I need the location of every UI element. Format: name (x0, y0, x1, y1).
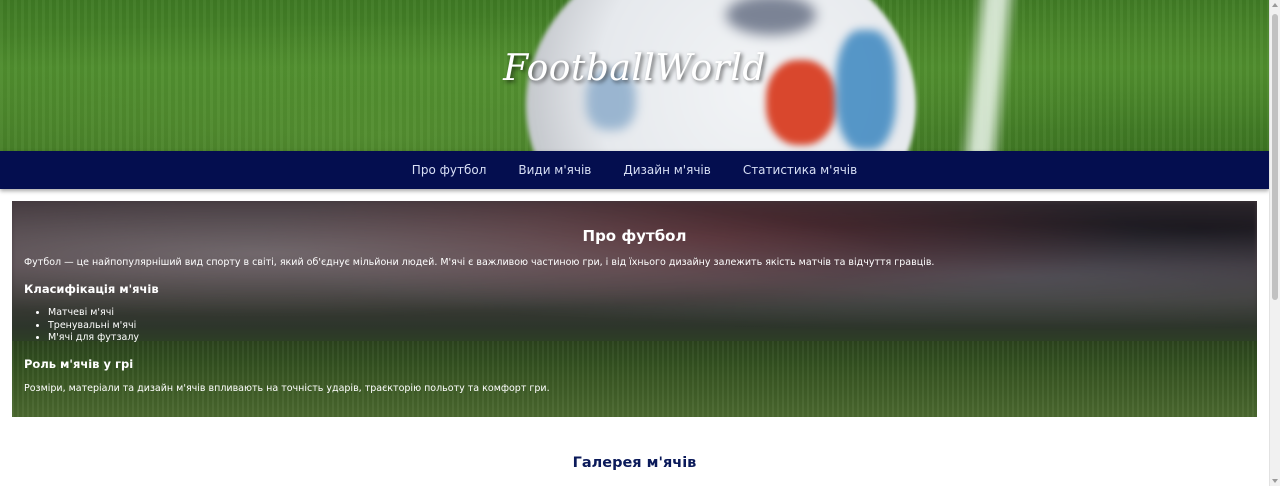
page-scrollbar[interactable] (1269, 0, 1280, 486)
main-nav: Про футбол Види м'ячів Дизайн м'ячів Ста… (0, 151, 1269, 189)
list-item: М'ячі для футзалу (48, 332, 139, 345)
site-logo[interactable]: FootballWorld (0, 48, 1269, 89)
scroll-down-arrow-icon[interactable] (1272, 479, 1278, 483)
section-title: Про футбол (582, 227, 687, 245)
page: FootballWorld Про футбол Види м'ячів Диз… (0, 0, 1269, 486)
nav-item-about-football[interactable]: Про футбол (412, 163, 487, 177)
scrollbar-thumb[interactable] (1272, 14, 1278, 300)
list-item: Тренувальні м'ячі (48, 320, 139, 333)
gallery-title: Галерея м'ячів (572, 455, 697, 471)
list-item: Матчеві м'ячі (48, 307, 139, 320)
classification-list: Матчеві м'ячі Тренувальні м'ячі М'ячі дл… (24, 307, 139, 345)
nav-item-ball-types[interactable]: Види м'ячів (518, 163, 591, 177)
nav-item-ball-statistics[interactable]: Статистика м'ячів (743, 163, 857, 177)
nav-item-ball-design[interactable]: Дизайн м'ячів (623, 163, 710, 177)
hero-header: FootballWorld (0, 0, 1269, 151)
about-football-section: Про футбол Футбол — це найпопулярніший в… (12, 201, 1257, 417)
classification-heading: Класифікація м'ячів (24, 282, 159, 296)
intro-paragraph: Футбол — це найпопулярніший вид спорту в… (24, 257, 935, 268)
scroll-up-arrow-icon[interactable] (1272, 3, 1278, 7)
role-heading: Роль м'ячів у грі (24, 357, 134, 371)
role-paragraph: Розміри, матеріали та дизайн м'ячів впли… (24, 383, 550, 394)
